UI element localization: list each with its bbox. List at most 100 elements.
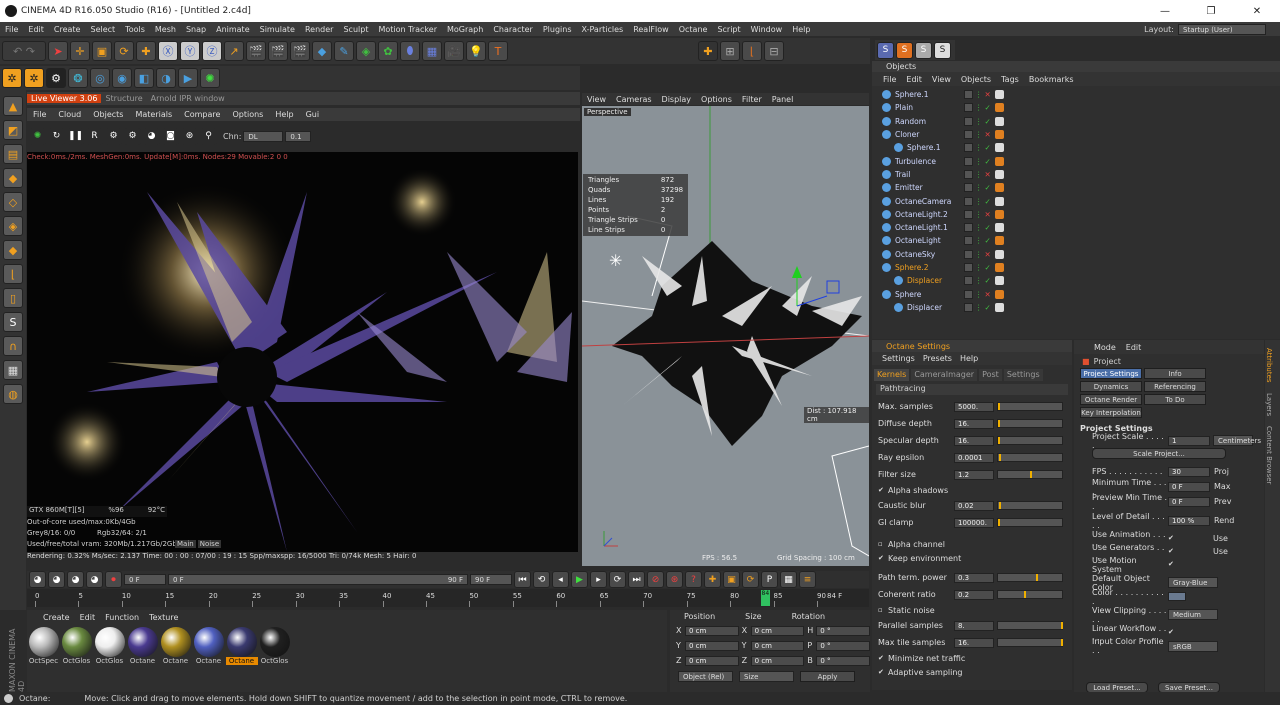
- coord-value-field[interactable]: 0 cm: [684, 655, 739, 666]
- coordinate-system-icon[interactable]: ↗: [224, 41, 244, 61]
- default-color-dropdown[interactable]: Gray-Blue: [1168, 577, 1218, 588]
- project-settings-button[interactable]: Project Settings: [1080, 368, 1142, 379]
- axis-snap-icon[interactable]: ⌊: [742, 41, 762, 61]
- octane-s2-icon[interactable]: S: [896, 41, 913, 59]
- tab-noise[interactable]: Noise: [197, 540, 222, 548]
- enable-icon[interactable]: ✓: [985, 223, 991, 232]
- menu-window[interactable]: Window: [746, 25, 788, 34]
- tag-icon[interactable]: [994, 143, 1004, 153]
- project-scale-field[interactable]: 1: [1168, 435, 1210, 446]
- grid-snap-icon[interactable]: ▦: [3, 360, 23, 380]
- material-menu-function[interactable]: Function: [105, 613, 139, 622]
- octane-field-value[interactable]: 16.: [954, 637, 994, 648]
- xp-emitter-icon[interactable]: ✲: [24, 68, 44, 88]
- enable-icon[interactable]: ✕: [985, 210, 991, 219]
- visibility-icon[interactable]: ⋮: [975, 223, 983, 232]
- chn-dropdown[interactable]: DL: [243, 130, 284, 142]
- menu-animate[interactable]: Animate: [211, 25, 255, 34]
- move-icon[interactable]: ✛: [70, 41, 90, 61]
- adaptive-sampling-checkbox-box[interactable]: ✔: [878, 668, 885, 676]
- tl-icon-3[interactable]: ◕: [67, 571, 84, 588]
- tab-layers[interactable]: Layers: [1265, 393, 1273, 416]
- octane-field-slider[interactable]: [997, 453, 1063, 462]
- cube-icon[interactable]: ◆: [312, 41, 332, 61]
- grid-icon[interactable]: ⊟: [764, 41, 784, 61]
- next-key-icon[interactable]: ⟳: [609, 571, 626, 588]
- polygons-mode-icon[interactable]: ◆: [3, 240, 23, 260]
- tag-icon[interactable]: [994, 302, 1004, 312]
- tag-icon[interactable]: [994, 289, 1004, 299]
- render-view-icon[interactable]: 🎬: [268, 41, 288, 61]
- octane-field-slider[interactable]: [997, 573, 1063, 582]
- pen-icon[interactable]: ✎: [334, 41, 354, 61]
- octane-field-slider[interactable]: [997, 470, 1063, 479]
- visibility-icon[interactable]: ⋮: [975, 130, 983, 139]
- material-ball-icon[interactable]: ◕: [143, 127, 160, 145]
- object-row[interactable]: Displacer ⋮ ✓: [872, 274, 1280, 287]
- layer-icon[interactable]: [964, 276, 973, 286]
- octane-tab-kernels[interactable]: Kernels: [874, 369, 910, 381]
- live-menu-materials[interactable]: Materials: [129, 110, 178, 119]
- coord-value-field[interactable]: 0 °: [816, 655, 871, 666]
- octane-menu-settings[interactable]: Settings: [882, 354, 915, 363]
- render-view[interactable]: Check:0ms./2ms. MeshGen:0ms. Update[M]:0…: [27, 152, 578, 552]
- layer-icon[interactable]: [964, 116, 973, 126]
- octane-field-value[interactable]: 5000.: [954, 401, 994, 412]
- visibility-icon[interactable]: ⋮: [975, 290, 983, 299]
- use-animation-checkbox[interactable]: ✔: [1168, 535, 1175, 542]
- viewport-menu-panel[interactable]: Panel: [767, 95, 799, 104]
- menu-realflow[interactable]: RealFlow: [628, 25, 674, 34]
- static-noise-checkbox[interactable]: ▫ Static noise: [872, 603, 1072, 617]
- tl-icon-1[interactable]: ◕: [29, 571, 46, 588]
- referencing-button[interactable]: Referencing: [1144, 381, 1206, 392]
- visibility-icon[interactable]: ⋮: [975, 103, 983, 112]
- alpha-shadows-checkbox[interactable]: ✔ Alpha shadows: [872, 483, 1072, 497]
- octane-tab-post[interactable]: Post: [979, 369, 1002, 381]
- object-row[interactable]: Plain ⋮ ✓: [872, 101, 1280, 114]
- record-icon[interactable]: ⏺: [105, 571, 122, 588]
- layer-icon[interactable]: [964, 130, 973, 140]
- subdivision-icon[interactable]: ◈: [356, 41, 376, 61]
- octane-tab-cameraimager[interactable]: CameraImager: [911, 369, 978, 381]
- apply-button[interactable]: Apply: [800, 671, 855, 682]
- octane-tab-settings[interactable]: Settings: [1003, 369, 1043, 381]
- layer-icon[interactable]: [964, 289, 973, 299]
- keyframe-selection-icon[interactable]: ?: [685, 571, 702, 588]
- render-settings-icon[interactable]: 🎬: [290, 41, 310, 61]
- tag-icon[interactable]: [994, 249, 1004, 259]
- send-scene-icon[interactable]: ✺: [29, 127, 46, 145]
- object-row[interactable]: Cloner ⋮ ✕: [872, 128, 1280, 141]
- live-menu-gui[interactable]: Gui: [300, 110, 326, 119]
- coord-value-field[interactable]: 0 °: [816, 625, 870, 636]
- object-row[interactable]: Emitter ⋮ ✓: [872, 181, 1280, 194]
- octane-field-slider[interactable]: [997, 518, 1063, 527]
- tag-icon[interactable]: T: [488, 41, 508, 61]
- menu-motion-tracker[interactable]: Motion Tracker: [373, 25, 442, 34]
- enable-icon[interactable]: ✓: [985, 183, 991, 192]
- enable-icon[interactable]: ✕: [985, 170, 991, 179]
- visibility-icon[interactable]: ⋮: [975, 236, 983, 245]
- objects-menu-file[interactable]: File: [878, 75, 901, 84]
- tab-live-viewer[interactable]: Live Viewer 3.06: [27, 94, 102, 103]
- tag-icon[interactable]: [994, 169, 1004, 179]
- object-row[interactable]: OctaneLight.2 ⋮ ✕: [872, 208, 1280, 221]
- kernel-type[interactable]: Pathtracing: [876, 384, 1068, 395]
- viewport-menu-filter[interactable]: Filter: [737, 95, 767, 104]
- restart-icon[interactable]: ↻: [48, 127, 65, 145]
- object-row[interactable]: Turbulence ⋮ ✓: [872, 154, 1280, 167]
- menu-render[interactable]: Render: [300, 25, 338, 34]
- viewport-menu-view[interactable]: View: [582, 95, 611, 104]
- octane-field-slider[interactable]: [997, 638, 1063, 647]
- prev-frame-icon[interactable]: ◂: [552, 571, 569, 588]
- fps-field[interactable]: 30: [1168, 466, 1210, 477]
- frame-field[interactable]: 0 F: [124, 574, 166, 585]
- tag-icon[interactable]: [994, 103, 1004, 113]
- octane-field-value[interactable]: 1.2: [954, 469, 994, 480]
- enable-icon[interactable]: ✓: [985, 197, 991, 206]
- tab-structure[interactable]: Structure: [101, 94, 146, 103]
- material-item[interactable]: Octane: [126, 627, 159, 665]
- live-menu-help[interactable]: Help: [269, 110, 299, 119]
- tag-icon[interactable]: [994, 196, 1004, 206]
- todo-button[interactable]: To Do: [1144, 394, 1206, 405]
- tl-icon-2[interactable]: ◕: [48, 571, 65, 588]
